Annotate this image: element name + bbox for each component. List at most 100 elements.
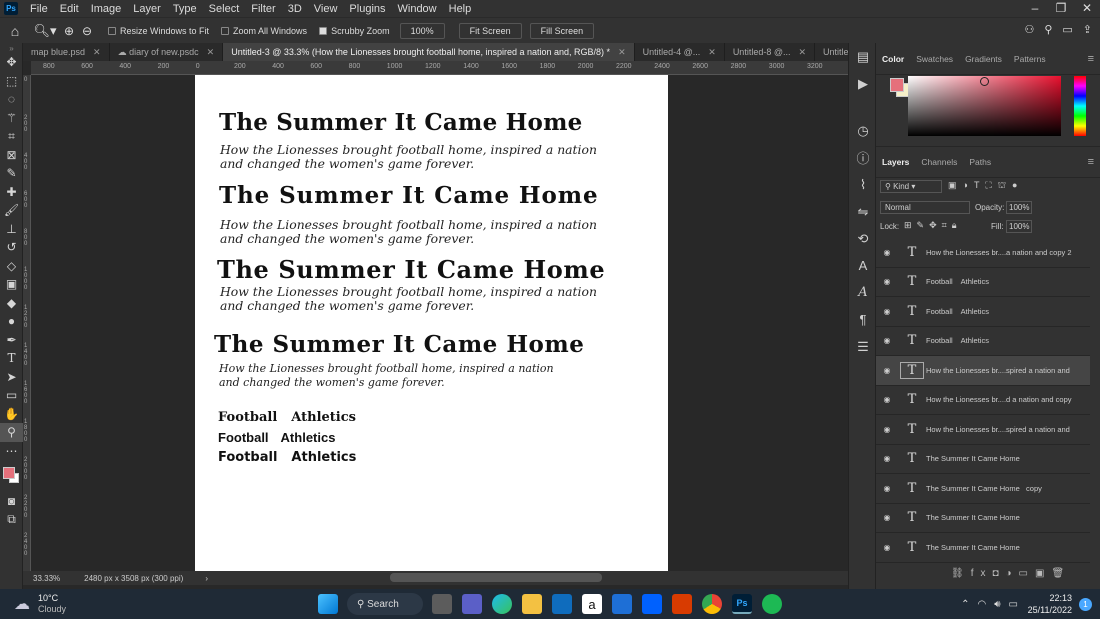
blur-tool-icon[interactable]: ◆ [0,294,23,313]
task-view-icon[interactable] [432,594,452,614]
layer-row[interactable]: ◉ T How the Lionesses br....spired a natio… [876,415,1090,445]
zoom-all-windows-checkbox[interactable]: Zoom All Windows [221,26,307,36]
start-icon[interactable] [318,594,338,614]
minimize-icon[interactable]: – [1022,0,1048,17]
menu-type[interactable]: Type [173,3,197,15]
resize-windows-checkbox[interactable]: Resize Windows to Fit [108,26,209,36]
menu-window[interactable]: Window [398,3,437,15]
dropbox-icon[interactable] [642,594,662,614]
tab-untitled-3[interactable]: Untitled-3 @ 33.3% (How the Lionesses br… [223,43,635,61]
tab-diary[interactable]: ☁ diary of new.psdc ✕ [110,43,224,61]
color-field[interactable] [908,76,1061,136]
history-brush-icon[interactable]: ↺ [0,238,23,257]
color-picker-handle[interactable] [980,77,989,86]
layer-row-selected[interactable]: ◉ T How the Lionesses br....spired a natio… [876,356,1090,386]
volume-icon[interactable]: 🔊︎ [994,599,1000,610]
tray-chevron-icon[interactable]: ⌃ [961,599,969,610]
glyphs-icon[interactable]: A [849,279,877,306]
histogram-icon[interactable]: ▤ [849,43,877,70]
spotify-icon[interactable] [762,594,782,614]
notification-badge[interactable]: 1 [1079,597,1092,611]
magic-wand-icon[interactable]: ⚚ [0,109,23,128]
close-icon[interactable]: ✕ [1074,0,1100,17]
close-icon[interactable]: ✕ [207,47,215,58]
menu-file[interactable]: File [30,3,48,15]
type-tool-icon[interactable]: T [0,349,23,368]
photoshop-taskbar-icon[interactable]: Ps [732,594,752,614]
layer-row[interactable]: ◉ T The Summer It Came Home [876,533,1090,563]
edge-icon[interactable] [492,594,512,614]
history-icon[interactable]: ◷ [849,117,877,144]
home-icon[interactable]: ⌂ [0,23,30,39]
headline-2[interactable]: The Summer It Came Home [219,182,599,209]
pen-tool-icon[interactable]: ✒ [0,331,23,350]
search-icon[interactable]: ⚲ [1044,23,1052,36]
status-menu-icon[interactable]: › [205,574,208,583]
headline-4[interactable]: The Summer It Came Home [214,331,584,358]
healing-brush-icon[interactable]: ✚ [0,183,23,202]
zoom-value-button[interactable]: 100% [399,22,445,39]
hand-tool-icon[interactable]: ✋ [0,405,23,424]
workspace-icon[interactable]: ▭ [1062,23,1072,36]
close-icon[interactable]: ✕ [708,47,716,58]
hue-slider[interactable] [1074,76,1086,136]
football-row-1[interactable]: Football Athletics [218,410,356,425]
menu-filter[interactable]: Filter [251,3,275,15]
taskbar-search[interactable]: ⚲ Search [347,593,423,615]
character-icon[interactable]: A [849,252,877,279]
paragraph-icon[interactable]: ¶ [849,306,877,333]
menu-view[interactable]: View [314,3,338,15]
opacity-input[interactable]: 100% [1006,201,1033,214]
restore-icon[interactable]: ❐ [1048,0,1074,17]
visibility-eye-icon[interactable]: ◉ [876,425,898,434]
move-tool-icon[interactable]: ✥ [0,53,23,72]
blend-mode-select[interactable]: Normal [880,201,970,214]
eyedropper-icon[interactable]: ✎ [0,164,23,183]
canvas-area[interactable]: The Summer It Came Home How the Lionesse… [31,75,848,571]
foreground-color-swatch[interactable] [2,467,15,479]
layer-row[interactable]: ◉ T How the Lionesses br....a nation and c… [876,238,1090,268]
fit-screen-button[interactable]: Fit Screen [458,22,522,39]
document-canvas[interactable]: The Summer It Came Home How the Lionesse… [195,75,668,571]
battery-icon[interactable]: ▭ [1009,599,1018,610]
crop-tool-icon[interactable]: ⌗ [0,127,23,146]
wifi-icon[interactable]: ◠ [978,599,987,610]
subheading-2-line-2[interactable]: and changed the women's game forever. [220,231,474,247]
visibility-eye-icon[interactable]: ◉ [876,454,898,463]
fill-screen-button[interactable]: Fill Screen [529,22,595,39]
lasso-tool-icon[interactable]: ◌ [0,90,23,109]
weather-widget[interactable]: 10°C Cloudy [38,593,66,615]
visibility-eye-icon[interactable]: ◉ [876,248,898,257]
subheading-1-line-2[interactable]: and changed the women's game forever. [220,156,474,172]
color-swatches[interactable] [0,460,23,492]
tab-map-blue[interactable]: map blue.psd ✕ [23,43,110,61]
clone-source-icon[interactable]: ⟲ [849,225,877,252]
visibility-eye-icon[interactable]: ◉ [876,543,898,552]
menu-help[interactable]: Help [449,3,472,15]
rectangle-tool-icon[interactable]: ▭ [0,386,23,405]
collapse-icon[interactable]: » [0,43,23,53]
layer-filter-icons[interactable]: ▣◑T⛶⛫● [948,180,1023,192]
zoom-level[interactable]: 33.33% [33,574,60,583]
store-icon[interactable] [612,594,632,614]
subheading-4-line-1[interactable]: How the Lionesses brought football home,… [219,362,554,377]
visibility-eye-icon[interactable]: ◉ [876,366,898,375]
zoom-out-icon[interactable]: ⊖ [78,24,96,38]
visibility-eye-icon[interactable]: ◉ [876,395,898,404]
layer-row[interactable]: ◉ T Football Athletics [876,268,1090,297]
chrome-icon[interactable] [702,594,722,614]
visibility-eye-icon[interactable]: ◉ [876,277,898,286]
layer-row[interactable]: ◉ T The Summer It Came Home [876,445,1090,474]
layers-menu-icon[interactable]: ≡ [1088,156,1094,168]
brush-settings-icon[interactable]: ⌇ [849,171,877,198]
headline-3[interactable]: The Summer It Came Home [217,255,605,284]
clock[interactable]: 22:13 25/11/2022 [1028,592,1072,616]
horizontal-scrollbar[interactable] [390,573,602,582]
lock-icons[interactable]: ⊞✎✥⌗🔒︎ [904,220,961,231]
visibility-eye-icon[interactable]: ◉ [876,484,898,493]
share-icon[interactable]: ⚇ [1024,23,1034,36]
layer-row[interactable]: ◉ T Football Athletics [876,297,1090,327]
panel-menu-icon[interactable]: ≡ [1088,53,1094,65]
stamp-tool-icon[interactable]: ⊥ [0,220,23,239]
tab-untitled-8[interactable]: Untitled-8 @... ✕ [725,43,816,61]
